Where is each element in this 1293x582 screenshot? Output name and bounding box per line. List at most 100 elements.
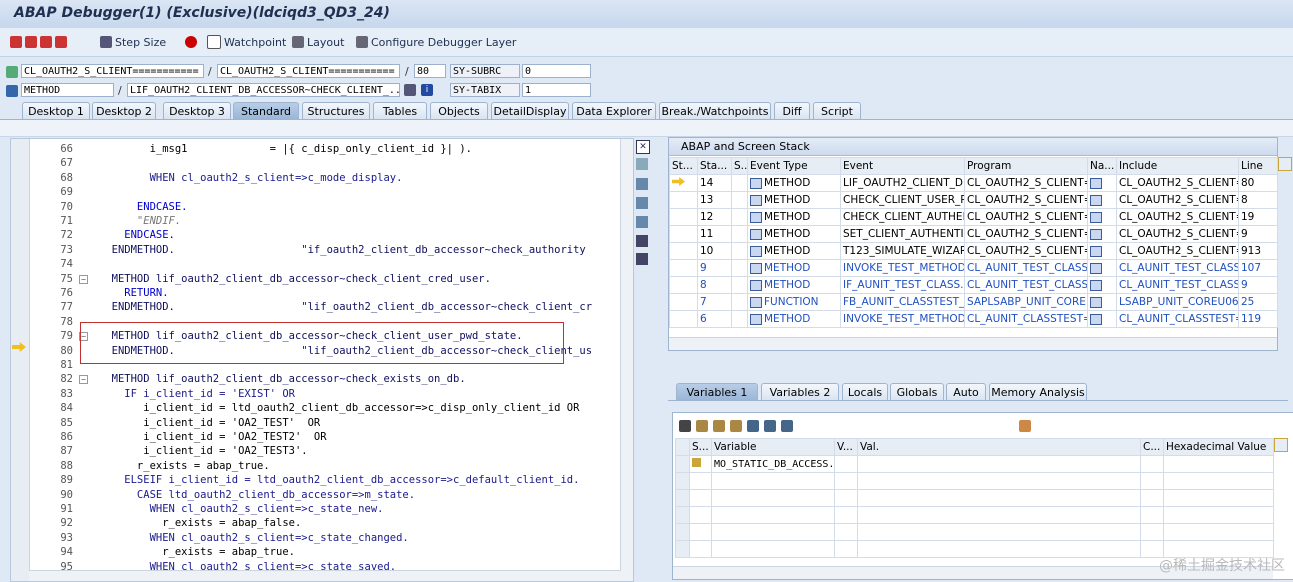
status-cell[interactable] [731, 225, 748, 243]
event-name[interactable]: SET_CLIENT_AUTHENTI... [840, 225, 965, 243]
code-line[interactable]: 70 ENDCASE. [29, 200, 619, 214]
variable-cell[interactable] [689, 540, 712, 558]
variable-row[interactable] [675, 472, 1274, 490]
stack-row[interactable]: 12METHODCHECK_CLIENT_AUTHEN...CL_OAUTH2_… [669, 208, 1278, 226]
variables-column-header[interactable]: Hexadecimal Value [1163, 438, 1274, 456]
current-frame-cell[interactable] [669, 259, 698, 277]
code-line[interactable]: 91 WHEN cl_oauth2_s_client=>c_state_new. [29, 502, 619, 516]
program-name[interactable]: CL_AUNIT_TEST_CLASS... [964, 276, 1088, 294]
line-number[interactable]: 80 [1238, 174, 1278, 192]
variable-row[interactable] [675, 523, 1274, 541]
include-name[interactable]: CL_OAUTH2_S_CLIENT=... [1116, 174, 1239, 192]
variables-column-header[interactable]: C... [1140, 438, 1164, 456]
event-type[interactable]: METHOD [747, 225, 841, 243]
include-name[interactable]: CL_OAUTH2_S_CLIENT=... [1116, 242, 1239, 260]
stack-row[interactable]: 13 METHOD CHECK_CLIENT_USER_P... CL_OAUTH2_… [669, 191, 1278, 209]
include-name[interactable]: CL_AUNIT_TEST_CLASS... [1116, 259, 1239, 277]
status-cell[interactable] [731, 174, 748, 192]
navigate-cell[interactable] [1087, 293, 1117, 311]
stack-row[interactable]: 11 METHOD SET_CLIENT_AUTHENTI... CL_OAUTH2_… [669, 225, 1278, 243]
program-name[interactable]: CL_OAUTH2_S_CLIENT=... [964, 191, 1088, 209]
stack-column-header[interactable]: St... [669, 157, 698, 175]
save-icon[interactable] [730, 420, 742, 432]
code-line[interactable]: 87 i_client_id = 'OA2_TEST3'. [29, 444, 619, 458]
current-frame-cell[interactable] [669, 276, 698, 294]
navigate-cell[interactable] [1087, 259, 1117, 277]
tab-standard[interactable]: Standard [233, 102, 299, 119]
event-name[interactable]: LIF_OAUTH2_CLIENT_D... [840, 174, 965, 192]
stack-row[interactable]: 10 METHOD T123_SIMULATE_WIZAR... CL_OAUTH2_… [669, 242, 1278, 260]
variable-cell[interactable] [711, 489, 835, 507]
variable-cell[interactable] [857, 523, 1141, 541]
stack-column-header[interactable]: Sta... [697, 157, 732, 175]
sy-tabix-value[interactable]: 1 [522, 83, 591, 97]
editor-horizontal-scrollbar[interactable] [29, 570, 621, 581]
stack-layout-icon[interactable] [1278, 157, 1292, 171]
line-number[interactable]: 9 [1238, 276, 1278, 294]
stack-level[interactable]: 8 [697, 276, 732, 294]
code-line[interactable]: 90 CASE ltd_oauth2_client_db_accessor=>m… [29, 488, 619, 502]
stack-column-header[interactable]: Na... [1087, 157, 1117, 175]
event-name[interactable]: FB_AUNIT_CLASSTEST_... [840, 293, 965, 311]
status-cell[interactable] [731, 259, 748, 277]
event-type[interactable]: METHOD [747, 174, 841, 192]
code-line[interactable]: 88 r_exists = abap_true. [29, 459, 619, 473]
current-frame-cell[interactable] [669, 293, 698, 311]
current-frame-cell[interactable] [669, 225, 698, 243]
variable-cell[interactable] [1163, 506, 1274, 524]
include-name[interactable]: LSABP_UNIT_COREU06 [1116, 293, 1239, 311]
variable-row[interactable] [675, 506, 1274, 524]
services-icon[interactable] [636, 253, 648, 265]
navigate-cell[interactable] [1087, 191, 1117, 209]
fold-toggle-icon[interactable]: − [79, 375, 88, 385]
settings-icon[interactable] [781, 420, 793, 432]
tab-data-explorer[interactable]: Data Explorer [572, 102, 656, 119]
variable-cell[interactable] [689, 455, 712, 473]
program-name[interactable]: CL_OAUTH2_S_CLIENT=... [964, 225, 1088, 243]
row-selector[interactable] [675, 489, 690, 507]
stack-level[interactable]: 11 [697, 225, 732, 243]
code-line[interactable]: 82− METHOD lif_oauth2_client_db_accessor… [29, 372, 619, 386]
current-frame-cell[interactable] [669, 208, 698, 226]
program-name[interactable]: CL_AUNIT_TEST_CLASS... [964, 259, 1088, 277]
code-line[interactable]: 71 "ENDIF. [29, 214, 619, 228]
navigate-icon[interactable] [1090, 279, 1102, 291]
delete-icon[interactable] [679, 420, 691, 432]
variable-cell[interactable] [1140, 523, 1164, 541]
code-line[interactable]: 76 RETURN. [29, 286, 619, 300]
tab-variables-2[interactable]: Variables 2 [761, 383, 839, 400]
source-icon[interactable] [404, 84, 416, 96]
variable-cell[interactable] [1140, 506, 1164, 524]
variable-cell[interactable] [711, 540, 835, 558]
navigate-cell[interactable] [1087, 225, 1117, 243]
swap-tool-icon[interactable] [636, 178, 648, 190]
step-size-button[interactable]: Step Size [100, 34, 166, 50]
event-type[interactable]: METHOD [747, 276, 841, 294]
include-name[interactable]: CL_OAUTH2_S_CLIENT=... [1116, 191, 1239, 209]
row-selector-header[interactable] [675, 438, 690, 456]
headset-icon[interactable] [636, 235, 648, 247]
stack-level[interactable]: 13 [697, 191, 732, 209]
variable-cell[interactable] [857, 506, 1141, 524]
variables-column-header[interactable]: Variable [711, 438, 835, 456]
line-number[interactable]: 913 [1238, 242, 1278, 260]
program-name[interactable]: SAPLSABP_UNIT_CORE [964, 293, 1088, 311]
program-name[interactable]: CL_OAUTH2_S_CLIENT=... [964, 208, 1088, 226]
watchpoint-button[interactable]: Watchpoint [207, 34, 286, 50]
variable-cell[interactable] [834, 540, 858, 558]
execute-icon[interactable] [25, 36, 37, 48]
stack-level[interactable]: 14 [697, 174, 732, 192]
event-name[interactable]: INVOKE_TEST_METHOD [840, 259, 965, 277]
event-name[interactable]: IF_AUNIT_TEST_CLASS... [840, 276, 965, 294]
include-name[interactable]: CL_AUNIT_TEST_CLASS... [1116, 276, 1239, 294]
variable-cell[interactable] [857, 489, 1141, 507]
navigate-icon[interactable] [1090, 177, 1102, 189]
code-line[interactable]: 89 ELSEIF i_client_id = ltd_oauth2_clien… [29, 473, 619, 487]
info-icon[interactable]: i [421, 84, 433, 96]
row-selector[interactable] [675, 455, 690, 473]
status-cell[interactable] [731, 276, 748, 294]
stack-horizontal-scrollbar[interactable] [669, 337, 1277, 350]
code-line[interactable]: 73 ENDMETHOD. "if_oauth2_client_db_acces… [29, 243, 619, 257]
variable-row[interactable]: MO_STATIC_DB_ACCESS... [675, 455, 1274, 473]
variable-cell[interactable] [1163, 523, 1274, 541]
